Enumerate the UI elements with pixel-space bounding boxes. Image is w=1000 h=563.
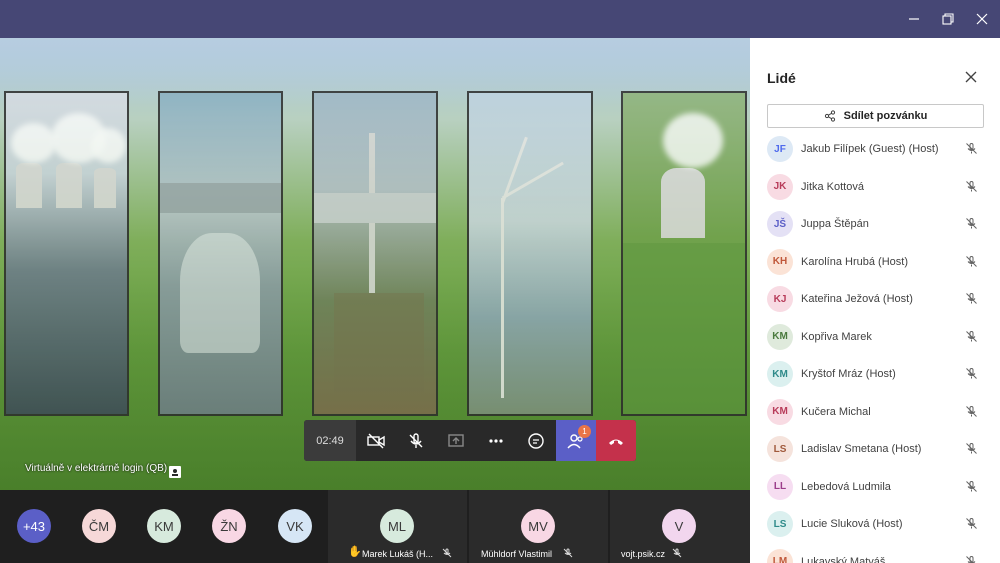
- participant-avatar: KM: [767, 323, 793, 350]
- mic-muted-icon: [966, 255, 977, 267]
- participant-list-item[interactable]: JK Jitka Kottová: [750, 169, 1000, 206]
- camera-off-icon: [367, 433, 385, 448]
- participant-avatar: ML: [380, 509, 414, 543]
- video-panel-cooling-towers: [4, 91, 129, 416]
- participant-name: Juppa Štěpán: [801, 218, 869, 230]
- participant-name: Jakub Filípek (Guest) (Host): [801, 143, 939, 155]
- participant-list-item[interactable]: LL Lebedová Ludmila: [750, 469, 1000, 506]
- hang-up-button[interactable]: [596, 420, 636, 461]
- chat-icon: [528, 432, 544, 449]
- mic-muted-icon: [672, 548, 682, 558]
- mic-muted-icon: [966, 480, 977, 492]
- participant-avatar: JK: [767, 173, 793, 200]
- mic-muted-icon: [966, 218, 977, 229]
- participant-name: Jitka Kottová: [801, 180, 864, 193]
- participant-list-item[interactable]: LS Ladislav Smetana (Host): [750, 431, 1000, 468]
- participant-name: Kateřina Ježová (Host): [801, 293, 913, 305]
- mic-muted-icon: [966, 143, 977, 154]
- mic-muted-icon: [966, 518, 977, 529]
- video-panel-wind-turbine: [467, 91, 593, 416]
- participant-name: Karolína Hrubá (Host): [801, 255, 908, 268]
- camera-toggle-button[interactable]: [356, 420, 396, 461]
- participant-name: Mühldorf Vlastimil: [481, 549, 553, 559]
- restore-icon: [942, 13, 954, 25]
- video-panel-power-plant: [312, 91, 438, 416]
- participant-avatar: KJ: [767, 286, 793, 312]
- video-panel-cooling-tower-field: [621, 91, 747, 416]
- participant-name: Kopřiva Marek: [801, 330, 872, 343]
- video-panel-plant-interior: [158, 91, 283, 416]
- mic-muted-icon: [563, 548, 573, 558]
- participant-list-item[interactable]: LM Lukavský Matyáš: [750, 544, 1000, 563]
- participant-list-item[interactable]: KJ Kateřina Ježová (Host): [750, 281, 1000, 318]
- share-invite-button[interactable]: Sdílet pozvánku: [767, 104, 984, 128]
- participant-avatar[interactable]: ŽN: [212, 509, 246, 543]
- participant-avatar: KM: [767, 361, 793, 387]
- participant-avatar: KM: [767, 398, 793, 425]
- participant-avatar: JŠ: [767, 211, 793, 237]
- share-content-button[interactable]: [436, 420, 476, 461]
- participant-avatar: LS: [767, 436, 793, 462]
- participant-name: Kryštof Mráz (Host): [801, 368, 896, 380]
- participant-name: Ladislav Smetana (Host): [801, 443, 922, 455]
- chat-button[interactable]: [516, 420, 556, 461]
- share-invite-label: Sdílet pozvánku: [843, 110, 928, 122]
- participant-avatar: LL: [767, 473, 793, 500]
- participant-list-item[interactable]: JŠ Juppa Štěpán: [750, 206, 1000, 243]
- people-count-badge: 1: [578, 425, 591, 438]
- mic-muted-icon: [966, 180, 977, 192]
- raised-hand-icon: ✋: [348, 546, 362, 558]
- mic-toggle-button[interactable]: [396, 420, 436, 461]
- participant-avatar: V: [662, 509, 696, 543]
- share-icon: [824, 110, 835, 122]
- participant-avatar: LS: [767, 511, 793, 537]
- mic-muted-icon: [966, 368, 977, 379]
- people-button[interactable]: 1: [556, 420, 596, 461]
- participant-list-item[interactable]: KH Karolína Hrubá (Host): [750, 244, 1000, 281]
- participant-list-item[interactable]: LS Lucie Sluková (Host): [750, 506, 1000, 543]
- mic-muted-icon: [966, 405, 977, 417]
- close-icon: [976, 13, 988, 25]
- mic-muted-icon: [966, 330, 977, 342]
- breakout-room-icon[interactable]: [168, 465, 182, 479]
- participant-name: Lukavský Matyáš: [801, 555, 886, 563]
- participant-avatar: LM: [767, 548, 793, 563]
- call-timer: 02:49: [304, 420, 356, 461]
- close-icon[interactable]: [964, 70, 978, 84]
- call-control-bar: 02:49 1: [304, 420, 636, 461]
- title-bar: [0, 0, 1000, 38]
- participant-name: Lucie Sluková (Host): [801, 518, 903, 530]
- participant-name: Marek Lukáš (H...: [362, 549, 434, 559]
- mic-muted-icon: [442, 548, 452, 558]
- participant-avatar[interactable]: ČM: [82, 509, 116, 543]
- mic-muted-icon: [966, 443, 977, 454]
- participant-name: Kučera Michal: [801, 405, 871, 418]
- participant-avatar: MV: [521, 509, 555, 543]
- share-tray-icon: [448, 433, 464, 447]
- minimize-button[interactable]: [897, 0, 931, 38]
- people-panel: Lidé Sdílet pozvánku JF Jakub Filípek (Gu…: [750, 38, 1000, 563]
- participant-list-item[interactable]: JF Jakub Filípek (Guest) (Host): [750, 131, 1000, 168]
- participant-list-item[interactable]: KM Kryštof Mráz (Host): [750, 356, 1000, 393]
- participant-avatar[interactable]: VK: [278, 509, 312, 543]
- overflow-participants-avatar[interactable]: +43: [17, 509, 51, 543]
- participant-list-item[interactable]: KM Kučera Michal: [750, 394, 1000, 431]
- mic-muted-icon: [966, 293, 977, 304]
- more-options-button[interactable]: [476, 420, 516, 461]
- more-options-icon: [489, 438, 503, 443]
- mic-off-icon: [409, 432, 423, 448]
- participant-name: vojt.psik.cz: [621, 549, 666, 559]
- participant-avatar: JF: [767, 136, 793, 162]
- participant-list-item[interactable]: KM Kopřiva Marek: [750, 319, 1000, 356]
- meeting-title: Virtuálně v elektrárně login (QB): [25, 463, 168, 474]
- participant-name: Lebedová Ludmila: [801, 480, 891, 493]
- minimize-icon: [909, 18, 919, 20]
- participant-avatar[interactable]: KM: [147, 509, 181, 543]
- close-window-button[interactable]: [965, 0, 999, 38]
- mic-muted-icon: [966, 555, 976, 563]
- restore-button[interactable]: [931, 0, 965, 38]
- people-panel-title: Lidé: [767, 70, 796, 86]
- participant-avatar: KH: [767, 248, 793, 275]
- hang-up-icon: [609, 439, 623, 445]
